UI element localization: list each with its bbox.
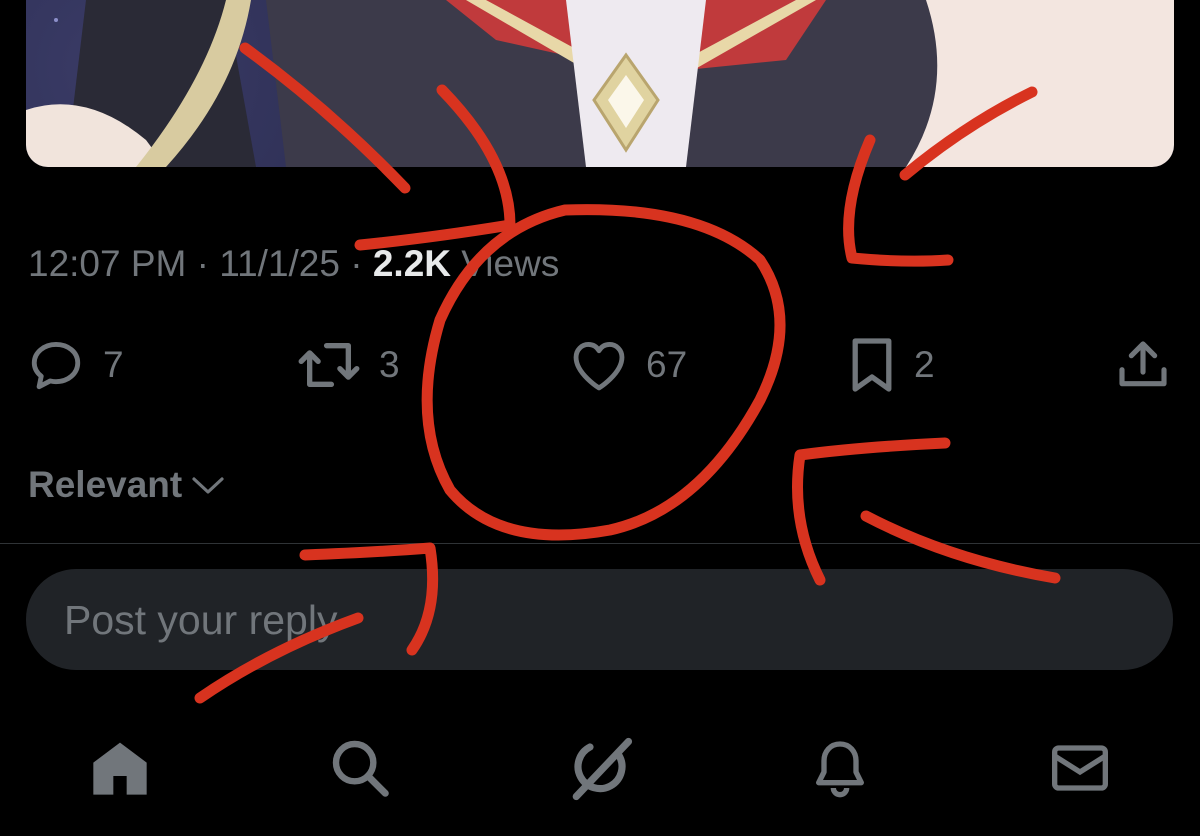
- divider: [0, 543, 1200, 544]
- tab-home[interactable]: [88, 736, 152, 800]
- tweet-time: 12:07 PM: [28, 243, 187, 284]
- tweet-media-image[interactable]: [26, 0, 1174, 167]
- share-button[interactable]: [1115, 330, 1171, 400]
- reply-icon: [31, 342, 81, 390]
- reply-button[interactable]: 7: [27, 330, 124, 400]
- separator: ·: [196, 243, 209, 284]
- search-icon: [332, 740, 389, 797]
- sort-label: Relevant: [28, 464, 183, 505]
- tweet-date: 11/1/25: [219, 243, 340, 284]
- reply-composer[interactable]: [26, 569, 1173, 672]
- reply-count: 7: [103, 344, 124, 385]
- like-count: 67: [646, 344, 688, 385]
- repost-count: 3: [379, 344, 400, 385]
- tab-search[interactable]: [328, 736, 392, 800]
- bookmark-icon: [852, 338, 892, 392]
- mail-icon: [1052, 745, 1108, 791]
- repost-icon: [298, 343, 360, 387]
- bottom-tab-bar: [0, 700, 1200, 836]
- tab-notifications[interactable]: [808, 736, 872, 800]
- bookmark-button[interactable]: 2: [848, 330, 935, 400]
- reply-sort-dropdown[interactable]: Relevant: [28, 464, 226, 506]
- share-icon: [1119, 341, 1167, 387]
- bell-icon: [816, 741, 864, 798]
- reply-input[interactable]: [62, 569, 1146, 672]
- like-button[interactable]: 67: [570, 330, 687, 400]
- bookmark-count: 2: [914, 344, 935, 385]
- chevron-down-icon: [192, 477, 224, 494]
- views-label[interactable]: Views: [461, 243, 559, 284]
- tab-messages[interactable]: [1048, 736, 1112, 800]
- tweet-action-bar: 7 3 67 2: [0, 330, 1200, 400]
- home-icon: [93, 742, 147, 795]
- repost-button[interactable]: 3: [297, 330, 400, 400]
- heart-icon: [573, 342, 625, 391]
- tweet-timestamp: 12:07 PM · 11/1/25 · 2.2K Views: [28, 243, 559, 285]
- separator: ·: [350, 243, 363, 284]
- views-count[interactable]: 2.2K: [373, 243, 451, 284]
- grok-icon: [572, 737, 633, 801]
- tab-grok[interactable]: [568, 736, 633, 801]
